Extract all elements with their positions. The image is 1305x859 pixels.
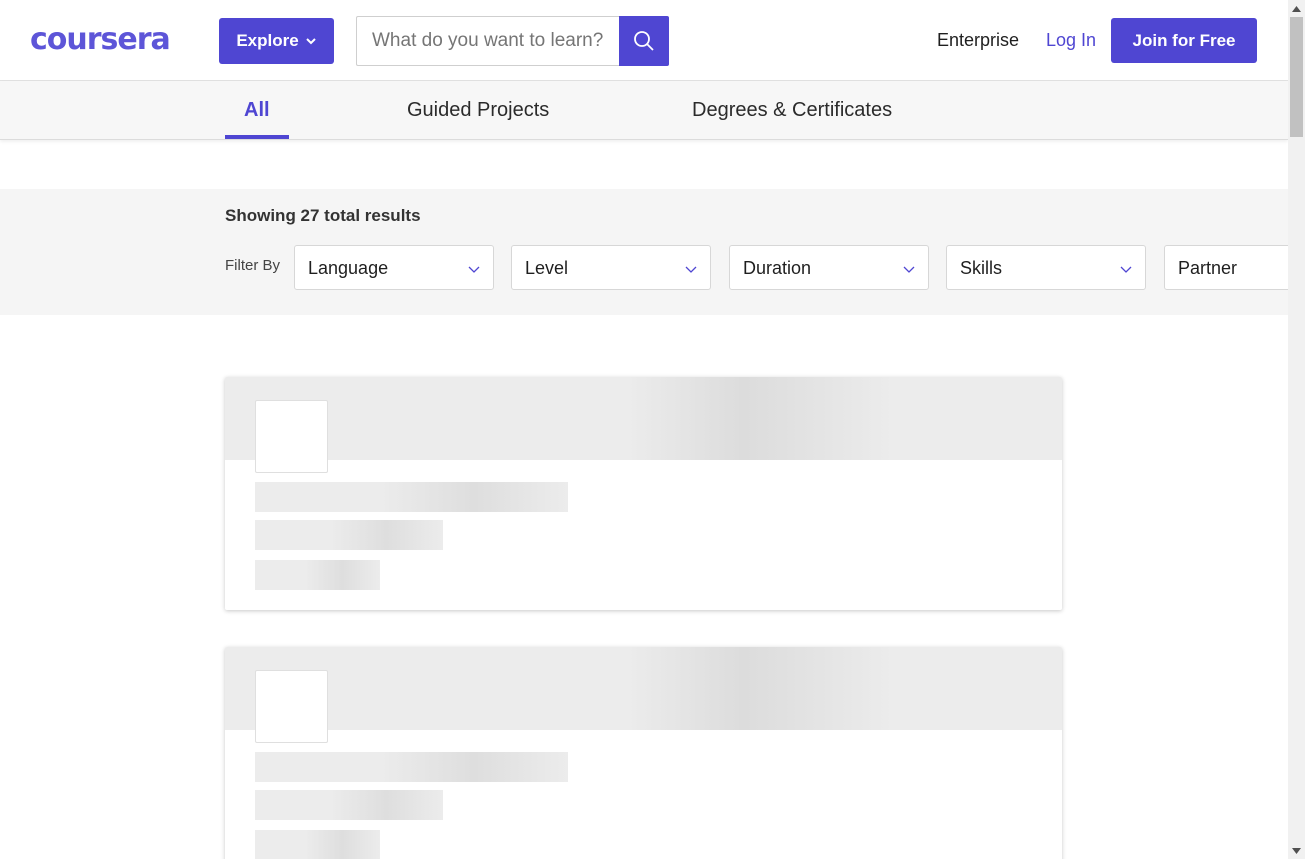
- result-card-skeleton: [225, 377, 1062, 610]
- card-meta-placeholder: [255, 830, 380, 859]
- join-for-free-button[interactable]: Join for Free: [1111, 18, 1257, 63]
- scroll-up-arrow-icon[interactable]: [1288, 0, 1305, 17]
- card-meta-placeholder: [255, 560, 380, 590]
- explore-button[interactable]: Explore: [219, 18, 334, 64]
- card-banner-placeholder: [225, 647, 1062, 730]
- language-filter-dropdown[interactable]: Language: [294, 245, 494, 290]
- dropdown-label: Duration: [743, 258, 812, 278]
- card-logo-placeholder: [255, 400, 328, 473]
- card-logo-placeholder: [255, 670, 328, 743]
- partner-filter-dropdown[interactable]: Partner: [1164, 245, 1288, 290]
- chevron-down-icon: [468, 266, 480, 273]
- search-icon: [634, 31, 654, 51]
- dropdown-label: Partner: [1178, 258, 1238, 278]
- card-title-placeholder: [255, 482, 568, 512]
- vertical-scrollbar[interactable]: [1288, 0, 1305, 859]
- scrollbar-thumb[interactable]: [1290, 17, 1303, 137]
- chevron-down-icon: [305, 38, 316, 45]
- chevron-down-icon: [903, 266, 915, 273]
- results-tabs: All Guided Projects Degrees & Certificat…: [0, 81, 1288, 140]
- top-header: coursera Explore Enterprise Log In Join …: [0, 0, 1288, 81]
- duration-filter-dropdown[interactable]: Duration: [729, 245, 929, 290]
- filter-bar: Showing 27 total results Filter By Langu…: [0, 189, 1288, 315]
- enterprise-link[interactable]: Enterprise: [937, 30, 1019, 51]
- active-tab-indicator: [225, 135, 289, 139]
- scroll-down-arrow-icon[interactable]: [1288, 842, 1305, 859]
- search-box: [356, 16, 619, 66]
- card-banner-placeholder: [225, 377, 1062, 460]
- search-button[interactable]: [619, 16, 669, 66]
- tab-all[interactable]: All: [244, 81, 270, 139]
- dropdown-label: Skills: [960, 258, 1003, 278]
- explore-label: Explore: [236, 31, 299, 50]
- chevron-down-icon: [685, 266, 697, 273]
- dropdown-label: Level: [525, 258, 569, 278]
- results-count: Showing 27 total results: [225, 206, 421, 225]
- card-title-placeholder: [255, 752, 568, 782]
- chevron-down-icon: [1120, 266, 1132, 273]
- result-card-skeleton: [225, 647, 1062, 859]
- page: coursera Explore Enterprise Log In Join …: [0, 0, 1288, 859]
- search-input[interactable]: [370, 17, 614, 65]
- level-filter-dropdown[interactable]: Level: [511, 245, 711, 290]
- coursera-logo[interactable]: coursera: [30, 22, 171, 58]
- card-subtitle-placeholder: [255, 520, 443, 550]
- card-subtitle-placeholder: [255, 790, 443, 820]
- login-link[interactable]: Log In: [1046, 30, 1096, 51]
- tab-degrees-certificates[interactable]: Degrees & Certificates: [692, 81, 892, 139]
- tab-guided-projects[interactable]: Guided Projects: [407, 81, 549, 139]
- dropdown-label: Language: [308, 258, 389, 278]
- filter-by-label: Filter By: [225, 257, 281, 274]
- skills-filter-dropdown[interactable]: Skills: [946, 245, 1146, 290]
